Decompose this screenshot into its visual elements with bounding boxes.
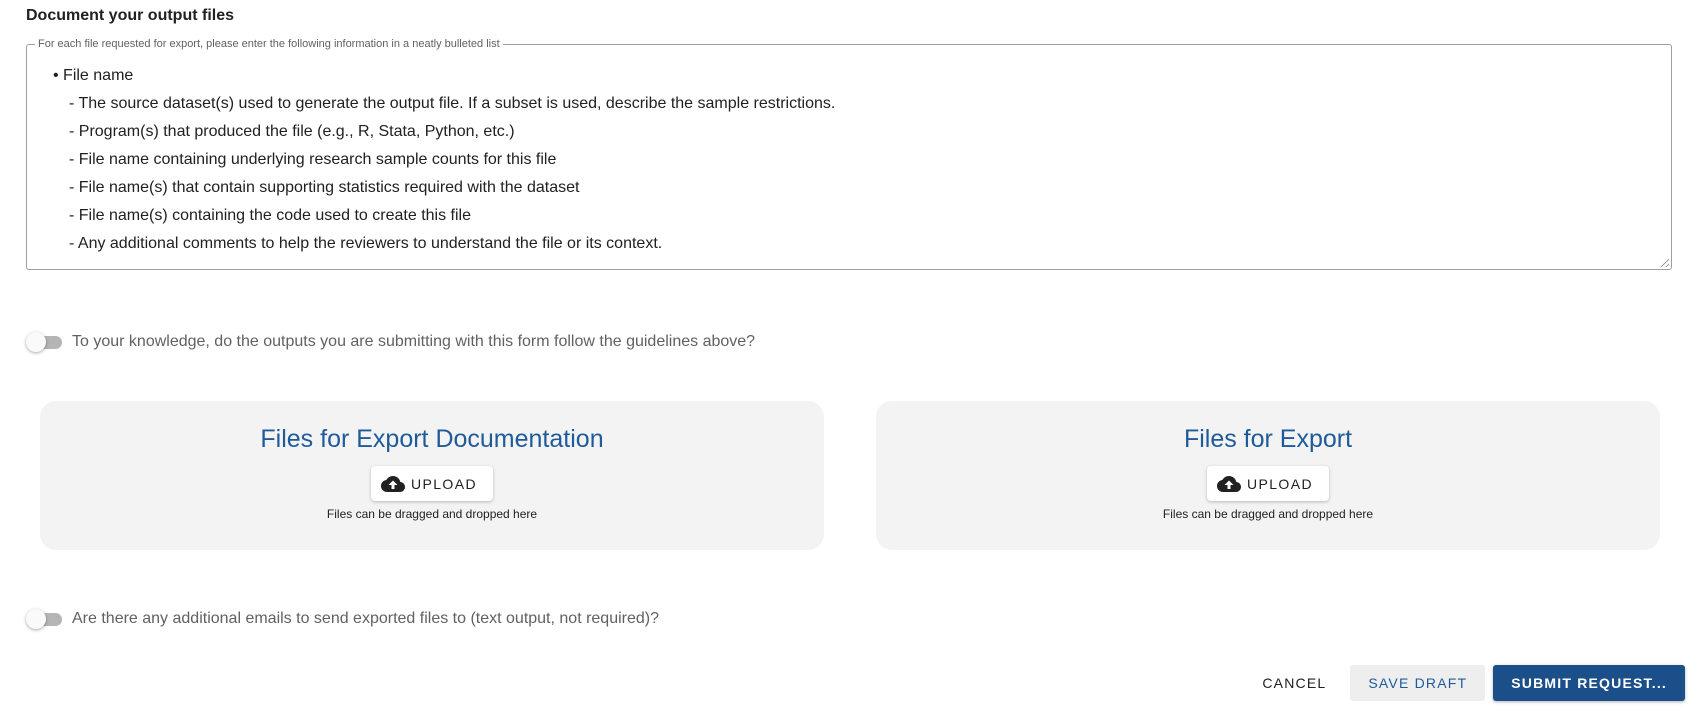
cloud-upload-icon (1217, 475, 1241, 492)
upload-button-label: UPLOAD (411, 475, 477, 492)
documentation-legend: For each file requested for export, plea… (38, 38, 500, 50)
export-request-form: Document your output files For each file… (0, 0, 1698, 721)
save-draft-button[interactable]: SAVE DRAFT (1350, 665, 1486, 701)
resize-handle[interactable] (1661, 259, 1669, 267)
submit-request-button[interactable]: SUBMIT REQUEST... (1493, 665, 1685, 701)
upload-card-export[interactable]: Files for Export UPLOAD Files can be dra… (876, 401, 1660, 550)
upload-card-title: Files for Export (1183, 425, 1353, 453)
guidelines-toggle-label: To your knowledge, do the outputs you ar… (72, 333, 756, 350)
documentation-textarea[interactable]: For each file requested for export, plea… (26, 38, 1672, 270)
doc-line: - The source dataset(s) used to generate… (69, 95, 836, 112)
upload-export-button[interactable]: UPLOAD (1207, 466, 1329, 501)
doc-line: - File name(s) containing the code used … (69, 207, 471, 224)
section-title: Document your output files (26, 7, 234, 24)
cloud-upload-icon (381, 475, 405, 492)
doc-line: - File name containing underlying resear… (69, 151, 557, 168)
drag-drop-hint: Files can be dragged and dropped here (1162, 507, 1374, 521)
upload-card-documentation[interactable]: Files for Export Documentation UPLOAD Fi… (40, 401, 824, 550)
doc-line: • File name (53, 67, 134, 84)
drag-drop-hint: Files can be dragged and dropped here (326, 507, 538, 521)
upload-documentation-button[interactable]: UPLOAD (371, 466, 493, 501)
toggle-thumb (26, 332, 46, 352)
doc-line: - Program(s) that produced the file (e.g… (69, 123, 515, 140)
form-actions: CANCEL SAVE DRAFT SUBMIT REQUEST... (1246, 665, 1685, 701)
documentation-content[interactable]: • File name - The source dataset(s) used… (53, 62, 1651, 258)
toggle-thumb (26, 609, 46, 629)
guidelines-toggle[interactable] (26, 332, 64, 352)
cancel-button[interactable]: CANCEL (1246, 665, 1342, 701)
upload-card-title: Files for Export Documentation (260, 425, 604, 453)
doc-line: - File name(s) that contain supporting s… (69, 179, 580, 196)
guidelines-toggle-row: To your knowledge, do the outputs you ar… (26, 332, 755, 352)
emails-toggle-label: Are there any additional emails to send … (72, 610, 660, 627)
doc-line: - Any additional comments to help the re… (69, 235, 663, 252)
upload-button-label: UPLOAD (1247, 475, 1313, 492)
emails-toggle[interactable] (26, 609, 64, 629)
emails-toggle-row: Are there any additional emails to send … (26, 609, 659, 629)
